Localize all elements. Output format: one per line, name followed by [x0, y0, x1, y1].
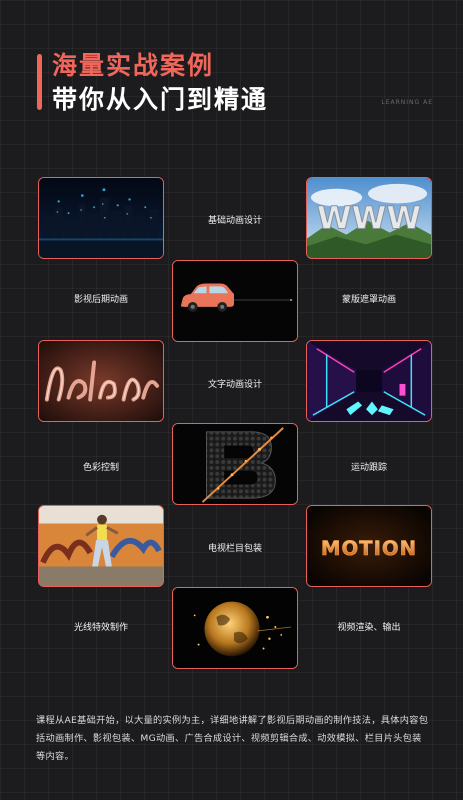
title-accent-bar	[37, 54, 42, 110]
case-label: 电视栏目包装	[207, 544, 262, 554]
case-card-car[interactable]	[172, 260, 298, 342]
case-label: 视频渲染、输出	[337, 623, 401, 633]
case-label: 蒙版遮罩动画	[341, 295, 396, 305]
motion-text-icon: MOTION	[307, 506, 431, 586]
city-night-icon	[39, 178, 163, 258]
case-label: 光线特效制作	[73, 623, 128, 633]
case-label: 文字动画设计	[207, 380, 262, 390]
page-subtitle: 带你从入门到精通	[52, 85, 269, 114]
case-card-letter-b[interactable]	[172, 423, 298, 505]
course-description: 课程从AE基础开始，以大量的实例为主，详细地讲解了影视后期动画的制作技法，具体内…	[36, 715, 429, 762]
www-text: WWW	[317, 201, 421, 237]
case-card-motion[interactable]: MOTION	[306, 505, 432, 587]
case-card-city-night[interactable]	[38, 177, 164, 259]
case-card-globe[interactable]	[172, 587, 298, 669]
case-card-www[interactable]: WWW	[306, 177, 432, 259]
www-landscape-icon: WWW	[307, 178, 431, 258]
gold-globe-icon	[173, 588, 297, 668]
letter-b-icon	[173, 424, 297, 504]
case-label: 运动跟踪	[350, 463, 387, 473]
dancer-graffiti-icon	[39, 506, 163, 586]
side-tag: LEARNING AE	[381, 99, 433, 106]
car-icon	[173, 261, 297, 341]
neon-script-icon	[39, 341, 163, 421]
case-card-neon-corridor[interactable]	[306, 340, 432, 422]
case-label: 色彩控制	[82, 463, 119, 473]
case-label: 基础动画设计	[207, 216, 262, 226]
case-card-dancer[interactable]	[38, 505, 164, 587]
case-card-neon-script[interactable]	[38, 340, 164, 422]
page-title: 海量实战案例	[52, 51, 215, 80]
case-label: 影视后期动画	[73, 295, 128, 305]
motion-text: MOTION	[321, 537, 417, 560]
neon-corridor-icon	[307, 341, 431, 421]
